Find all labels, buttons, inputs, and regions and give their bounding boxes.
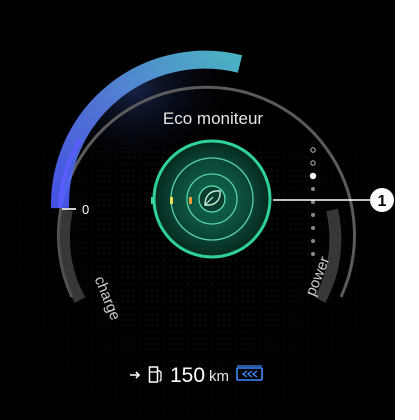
- range-bar: 150 km: [0, 356, 395, 396]
- marker-yellow: [170, 197, 173, 204]
- arrow-right-icon: [129, 367, 142, 385]
- gauge-title: Eco moniteur: [163, 109, 263, 128]
- marker-green: [151, 197, 154, 204]
- eco-monitor-screen: 0 Eco moniteur charge power 1 150 km: [0, 0, 395, 420]
- fuel-pump-icon: [148, 364, 164, 389]
- battery-charge-icon: [235, 364, 265, 388]
- zero-label: 0: [82, 202, 89, 217]
- callout-number: 1: [378, 193, 387, 210]
- marker-orange: [189, 197, 192, 204]
- range-value: 150: [169, 364, 206, 387]
- range-unit: km: [209, 367, 230, 385]
- figure-margin: 74203: [395, 0, 419, 420]
